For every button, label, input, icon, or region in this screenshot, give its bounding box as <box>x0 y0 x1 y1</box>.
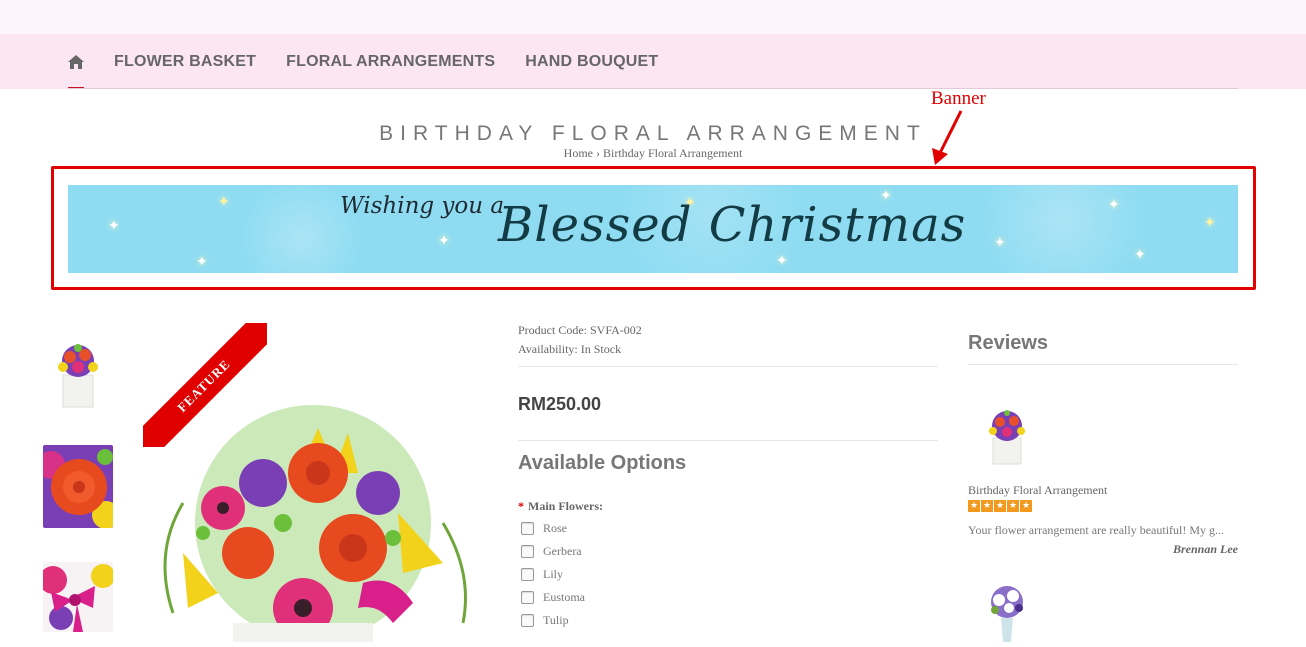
review-product-name[interactable]: Birthday Floral Arrangement <box>968 483 1107 498</box>
banner-greeting: Wishing you a <box>340 193 505 219</box>
option-label: Lily <box>543 567 563 581</box>
sparkle-icon: ✦ <box>218 195 230 210</box>
option-label: Tulip <box>543 613 569 627</box>
star-icon: ★ <box>1007 500 1019 512</box>
star-icon: ★ <box>968 500 980 512</box>
annotation-label: Banner <box>931 88 986 109</box>
vase-bouquet-image <box>991 586 1023 642</box>
main-flowers-label-text: Main Flowers: <box>528 499 603 513</box>
option-rose[interactable]: Rose <box>521 517 585 540</box>
sparkle-icon: ✦ <box>1204 216 1216 231</box>
top-strip <box>0 0 1306 34</box>
availability-value: In Stock <box>580 342 622 356</box>
product-price: RM250.00 <box>518 394 602 414</box>
sparkle-icon: ✦ <box>196 255 208 270</box>
nav-divider <box>68 88 1238 89</box>
option-label: Rose <box>543 521 567 535</box>
product-code-value: SVFA-002 <box>590 323 642 337</box>
main-flowers-label: * Main Flowers: <box>518 499 603 514</box>
main-navigation: FLOWER BASKET FLORAL ARRANGEMENTS HAND B… <box>0 34 1306 89</box>
sparkle-icon: ✦ <box>1134 248 1146 263</box>
bouquet-thumbnail-image <box>58 344 98 408</box>
product-thumbnail[interactable] <box>43 562 113 632</box>
required-mark: * <box>518 499 524 513</box>
divider <box>518 440 938 441</box>
home-icon <box>68 54 84 69</box>
banner-headline: Blessed Christmas <box>498 197 967 253</box>
availability-row: Availability: In Stock <box>518 340 938 359</box>
option-label: Eustoma <box>543 590 585 604</box>
sparkle-icon: ✦ <box>438 234 450 249</box>
option-tulip[interactable]: Tulip <box>521 609 585 632</box>
review-product-image[interactable] <box>975 402 1039 466</box>
ribbon-closeup-image <box>43 562 113 632</box>
option-label: Gerbera <box>543 544 582 558</box>
sparkle-icon: ✦ <box>994 236 1006 251</box>
bouquet-review-image <box>989 410 1025 465</box>
feature-ribbon: FEATURE <box>143 323 267 447</box>
option-checkbox[interactable] <box>521 522 534 535</box>
product-code-row: Product Code: SVFA-002 <box>518 321 938 340</box>
nav-flower-basket[interactable]: FLOWER BASKET <box>114 53 256 71</box>
option-gerbera[interactable]: Gerbera <box>521 540 585 563</box>
breadcrumb-home[interactable]: Home <box>564 146 593 160</box>
breadcrumb-separator: › <box>596 146 600 160</box>
product-code-label: Product Code: <box>518 323 587 337</box>
product-thumbnail[interactable] <box>43 445 113 528</box>
breadcrumb-current[interactable]: Birthday Floral Arrangement <box>603 146 742 160</box>
sparkle-icon: ✦ <box>1108 198 1120 213</box>
star-icon: ★ <box>994 500 1006 512</box>
product-main-image[interactable]: FEATURE <box>143 323 483 642</box>
option-eustoma[interactable]: Eustoma <box>521 586 585 609</box>
main-flowers-options: Rose Gerbera Lily Eustoma Tulip <box>521 517 585 632</box>
option-checkbox[interactable] <box>521 614 534 627</box>
divider <box>968 364 1238 365</box>
reviews-title: Reviews <box>968 332 1049 354</box>
nav-hand-bouquet[interactable]: HAND BOUQUET <box>525 53 658 71</box>
promo-banner[interactable]: ✦ ✦ ✦ ✦ ✦ ✦ ✦ ✦ ✦ ✦ ✦ Wishing you a Bles… <box>68 185 1238 273</box>
option-lily[interactable]: Lily <box>521 563 585 586</box>
star-icon: ★ <box>1020 500 1032 512</box>
sparkle-icon: ✦ <box>776 254 788 269</box>
availability-label: Availability: <box>518 342 578 356</box>
review-text: Your flower arrangement are really beaut… <box>968 523 1225 537</box>
review-rating: ★ ★ ★ ★ ★ <box>968 500 1032 512</box>
available-options-title: Available Options <box>518 452 687 474</box>
sparkle-icon: ✦ <box>108 219 120 234</box>
product-info: Product Code: SVFA-002 Availability: In … <box>518 321 938 359</box>
page-title: BIRTHDAY FLORAL ARRANGEMENT <box>379 122 927 145</box>
rose-closeup-image <box>43 445 113 528</box>
option-checkbox[interactable] <box>521 591 534 604</box>
nav-home[interactable] <box>68 34 84 89</box>
feature-ribbon-label: FEATURE <box>143 323 267 447</box>
breadcrumb: Home › Birthday Floral Arrangement <box>0 146 1306 161</box>
option-checkbox[interactable] <box>521 568 534 581</box>
divider <box>518 366 938 367</box>
product-thumbnail[interactable] <box>43 335 113 410</box>
option-checkbox[interactable] <box>521 545 534 558</box>
review-author: Brennan Lee <box>1172 542 1238 556</box>
star-icon: ★ <box>981 500 993 512</box>
review-product-image[interactable] <box>975 578 1039 642</box>
nav-floral-arrangements[interactable]: FLORAL ARRANGEMENTS <box>286 53 495 71</box>
